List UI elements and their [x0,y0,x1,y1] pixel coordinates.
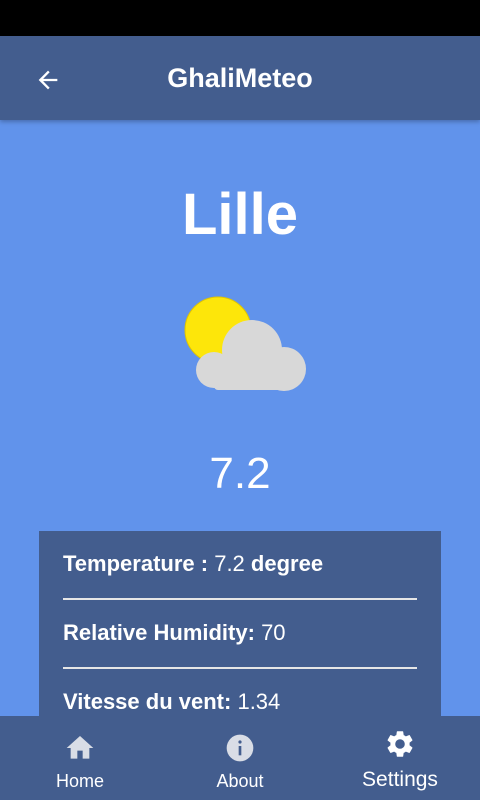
weather-content: Lille 7.2 Temperature : 7.2 degree Relat… [0,120,480,716]
status-bar [0,0,480,36]
nav-settings-label: Settings [362,768,438,791]
nav-about[interactable]: About [160,716,320,800]
gear-icon [387,731,413,757]
home-icon [66,736,94,759]
wind-speed-label: Vitesse du vent: [63,689,232,714]
wind-speed-value: 1.34 [237,689,281,714]
nav-about-label: About [216,771,264,791]
divider [63,598,417,600]
info-icon [226,734,254,762]
city-name: Lille [181,182,299,247]
temperature-unit: degree [250,551,324,576]
temperature-row: Temperature : 7.2 degree [63,549,417,579]
nav-home-label: Home [55,771,104,791]
bottom-navigation: Home About Settings [0,716,480,800]
back-button[interactable] [24,56,72,104]
divider [63,667,417,669]
app-bar: GhaliMeteo [0,36,480,120]
current-temperature: 7.2 [209,449,271,498]
nav-home[interactable]: Home [0,716,160,800]
wind-speed-row: Vitesse du vent: 1.34 [63,687,417,716]
arrow-back-icon [38,70,58,90]
humidity-value: 70 [261,620,286,645]
partly-cloudy-icon [184,296,306,391]
nav-settings[interactable]: Settings [320,716,480,800]
temperature-label: Temperature : [63,551,209,576]
humidity-row: Relative Humidity: 70 [63,618,417,648]
app-title: GhaliMeteo [167,63,313,93]
weather-details-card: Temperature : 7.2 degree Relative Humidi… [39,531,441,716]
temperature-value: 7.2 [214,551,245,576]
humidity-label: Relative Humidity: [63,620,255,645]
